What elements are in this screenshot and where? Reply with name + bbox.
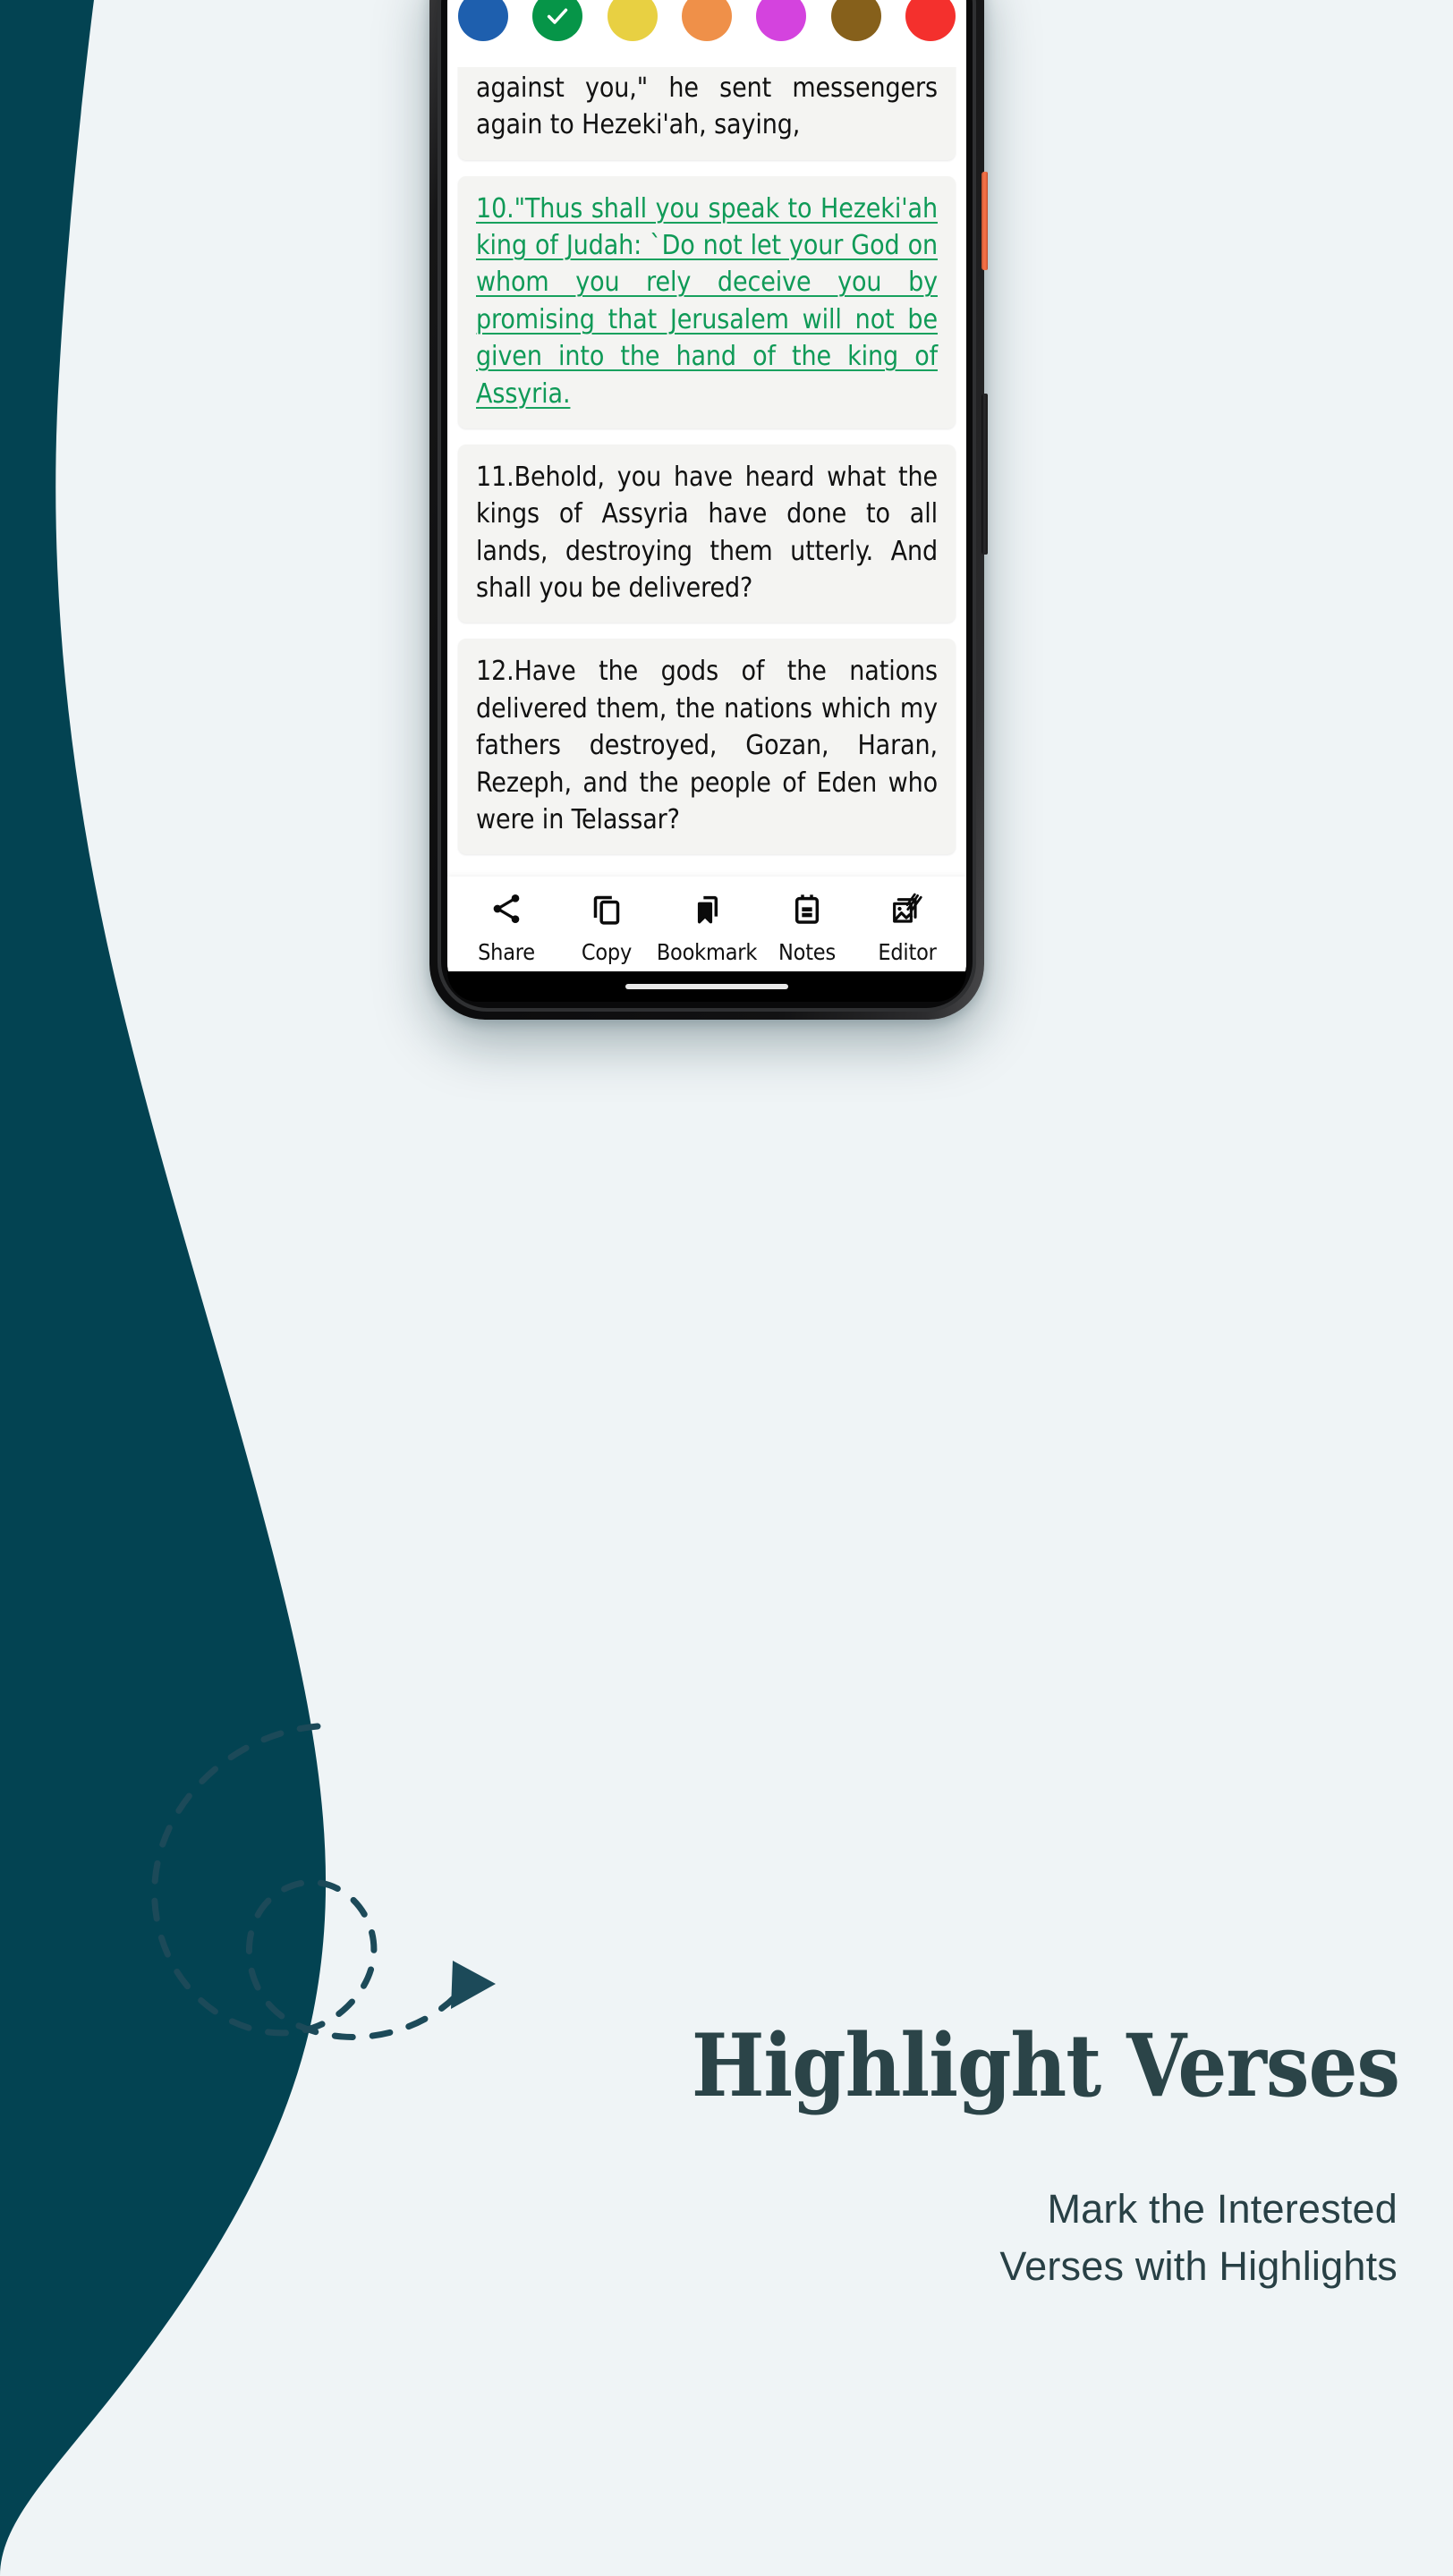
page-subtitle-line-2: Verses with Highlights (999, 2242, 1398, 2289)
action-label: Bookmark (656, 939, 758, 965)
color-swatch-magenta[interactable] (756, 0, 807, 41)
page-title: Highlight Verses (691, 2015, 1400, 2116)
android-nav-bar (447, 971, 966, 1002)
verse-text: 11.Behold, you have heard what the kings… (476, 461, 938, 605)
action-label: Editor (878, 939, 937, 965)
verse-text: 12.Have the gods of the nations delivere… (476, 656, 938, 836)
action-label: Copy (581, 939, 633, 965)
check-icon (544, 3, 571, 30)
power-button[interactable] (981, 172, 988, 270)
color-swatch-yellow[interactable] (607, 0, 658, 41)
verse-card[interactable]: concerning Tirha'kah king of Ethiopia, "… (458, 67, 956, 160)
action-copy-button[interactable]: Copy (558, 889, 655, 965)
editor-icon (888, 889, 927, 928)
action-share-button[interactable]: Share (458, 889, 555, 965)
color-swatch-red[interactable] (905, 0, 956, 41)
color-swatch-blue[interactable] (458, 0, 508, 41)
share-icon (487, 889, 526, 928)
color-swatch-orange[interactable] (681, 0, 732, 41)
phone-screen: concerning Tirha'kah king of Ethiopia, "… (447, 0, 966, 1002)
notes-icon (787, 889, 827, 928)
bookmark-icon (687, 889, 726, 928)
color-swatch-green[interactable] (532, 0, 583, 41)
verse-text: concerning Tirha'kah king of Ethiopia, "… (476, 72, 938, 141)
verse-card[interactable]: 10."Thus shall you speak to Hezeki'ah ki… (458, 175, 956, 428)
verse-card[interactable]: 11.Behold, you have heard what the kings… (458, 444, 956, 623)
phone-mockup: concerning Tirha'kah king of Ethiopia, "… (429, 0, 988, 1020)
action-label: Share (478, 939, 535, 965)
action-bookmark-button[interactable]: Bookmark (656, 889, 758, 965)
copy-icon (587, 889, 626, 928)
color-swatch-brown[interactable] (830, 0, 881, 41)
page-subtitle-line-1: Mark the Interested (1047, 2186, 1398, 2232)
action-label: Notes (778, 939, 836, 965)
highlight-color-picker[interactable] (447, 0, 966, 67)
action-notes-button[interactable]: Notes (759, 889, 855, 965)
page-subtitle: Mark the Interested Verses with Highligh… (413, 2181, 1398, 2295)
verse-card[interactable]: 12.Have the gods of the nations delivere… (458, 639, 956, 855)
verse-text: 10."Thus shall you speak to Hezeki'ah ki… (476, 192, 938, 410)
home-indicator-pill[interactable] (625, 984, 788, 989)
volume-button[interactable] (981, 394, 988, 555)
verse-list[interactable]: concerning Tirha'kah king of Ethiopia, "… (447, 67, 966, 899)
action-editor-button[interactable]: Editor (859, 889, 956, 965)
